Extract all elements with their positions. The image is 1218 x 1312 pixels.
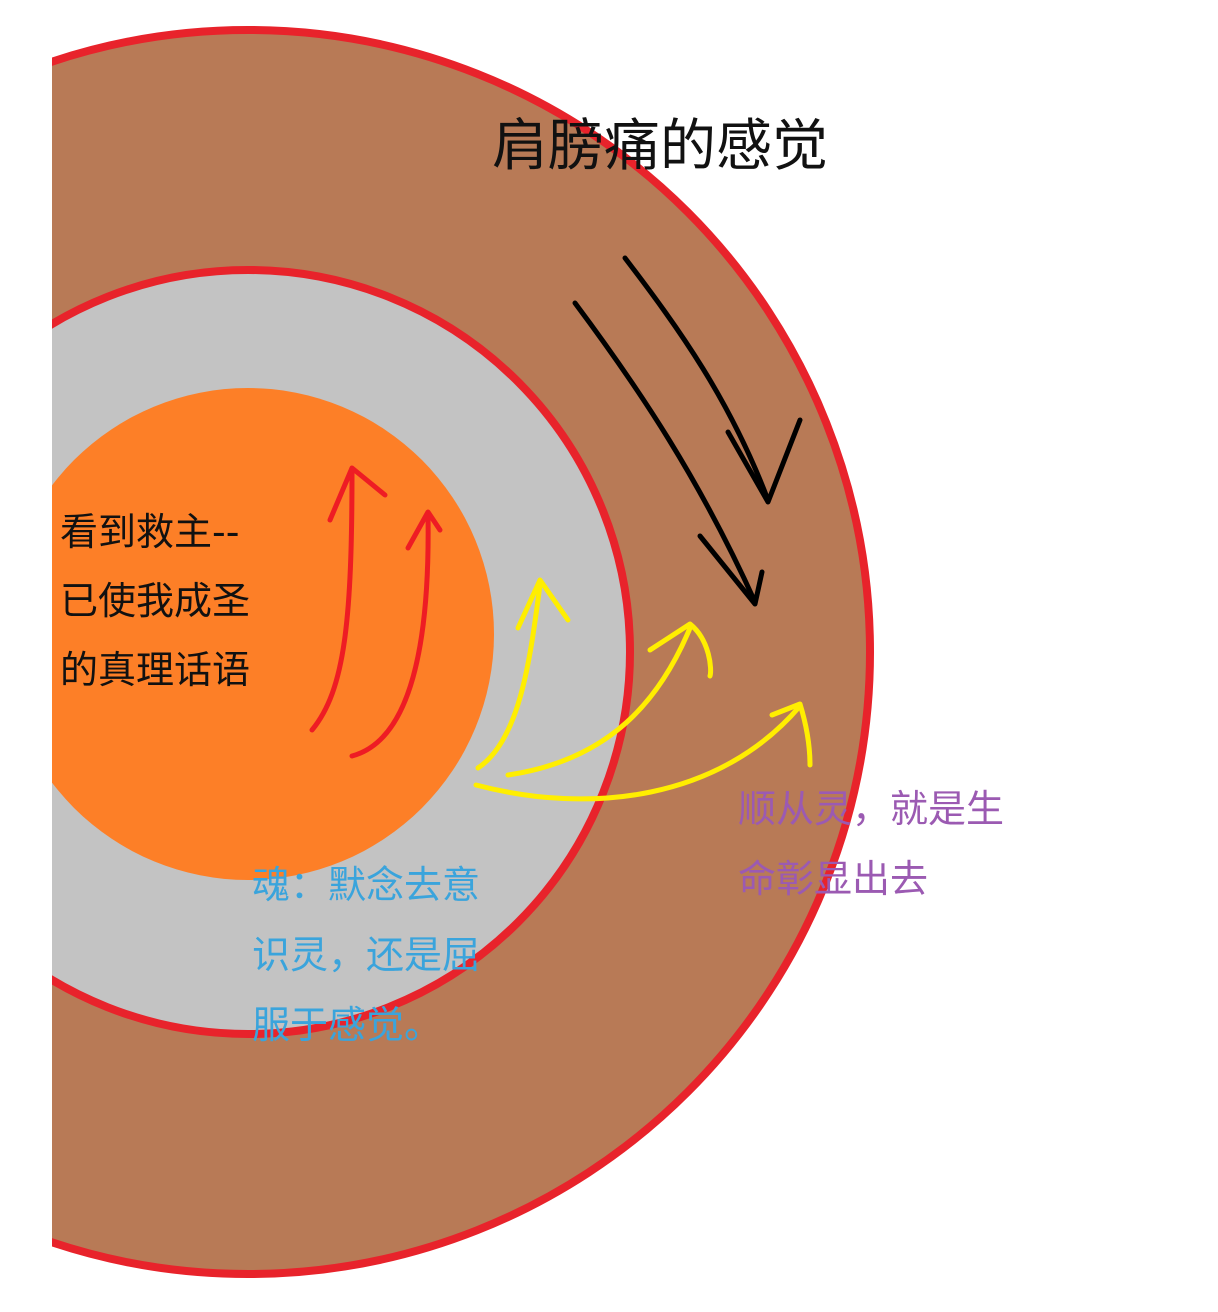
soul-label-line: 魂：默念去意	[252, 863, 481, 907]
soul-label: 魂：默念去意 识灵，还是屈 服于感觉。	[252, 850, 480, 1060]
outer-ring-label: 肩膀痛的感觉	[492, 114, 828, 179]
core-label-line: 已使我成圣	[60, 579, 251, 623]
diagram-canvas: 肩膀痛的感觉 看到救主-- 已使我成圣 的真理话语 魂：默念去意 识灵，还是屈 …	[0, 0, 1218, 1307]
spirit-label-line: 命彰显出去	[738, 857, 929, 901]
soul-label-line: 识灵，还是屈	[252, 933, 481, 977]
spirit-label-line: 顺从灵，就是生	[738, 787, 1005, 831]
soul-label-line: 服于感觉。	[252, 1003, 443, 1047]
core-label-line: 看到救主--	[60, 510, 240, 554]
core-label: 看到救主-- 已使我成圣 的真理话语	[60, 498, 250, 705]
spirit-label: 顺从灵，就是生 命彰显出去	[738, 774, 1004, 914]
core-label-line: 的真理话语	[60, 648, 251, 692]
